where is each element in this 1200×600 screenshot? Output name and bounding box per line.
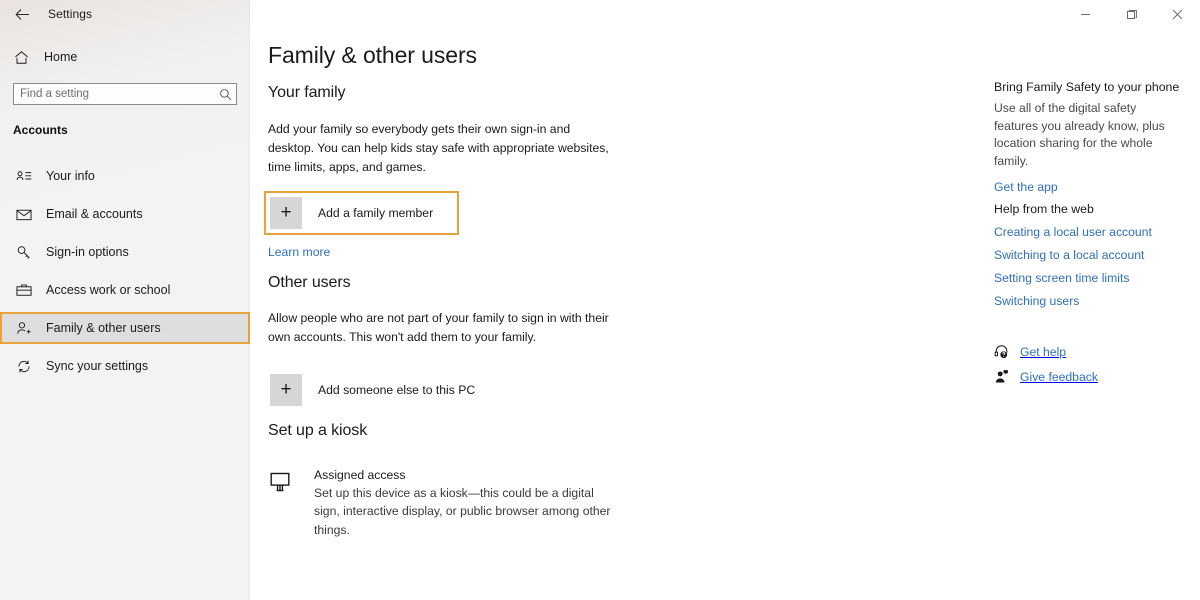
home-icon — [14, 50, 38, 65]
right-rail: Bring Family Safety to your phone Use al… — [990, 0, 1200, 600]
sidebar-item-your-info[interactable]: Your info — [0, 160, 250, 192]
your-family-description: Add your family so everybody gets their … — [268, 122, 609, 174]
help-link[interactable]: Switching to a local account — [994, 248, 1152, 262]
sidebar-item-sync-your-settings[interactable]: Sync your settings — [0, 350, 250, 382]
app-title: Settings — [48, 7, 93, 21]
support-section: Get help Give feedback — [994, 344, 1098, 394]
help-link[interactable]: Switching users — [994, 294, 1152, 308]
sidebar-item-signin-options[interactable]: Sign-in options — [0, 236, 250, 268]
family-safety-promo: Bring Family Safety to your phone Use al… — [994, 80, 1179, 194]
get-the-app-link[interactable]: Get the app — [994, 180, 1179, 194]
sidebar-section-label: Accounts — [13, 123, 68, 137]
assigned-access-title: Assigned access — [314, 468, 406, 482]
add-someone-else-button[interactable]: + Add someone else to this PC — [264, 368, 501, 412]
sync-icon — [16, 359, 40, 374]
briefcase-icon — [16, 283, 40, 297]
give-feedback-link[interactable]: Give feedback — [994, 369, 1098, 384]
search-icon — [214, 88, 236, 101]
sidebar-home-label: Home — [44, 50, 78, 64]
title-bar: Settings — [0, 0, 1200, 28]
sidebar-nav: Your info Email & accounts Sign-in optio… — [0, 160, 250, 388]
kiosk-section: Set up a kiosk Assigned access Set up th… — [268, 422, 668, 539]
sidebar-item-label: Access work or school — [46, 283, 171, 297]
back-arrow-icon — [14, 8, 30, 21]
sidebar-item-label: Your info — [46, 169, 95, 183]
help-web-heading: Help from the web — [994, 202, 1094, 216]
kiosk-display-icon — [268, 468, 300, 539]
contact-card-icon — [16, 169, 40, 183]
minimize-button[interactable] — [1062, 0, 1108, 28]
give-feedback-label: Give feedback — [1020, 369, 1098, 384]
search-input[interactable] — [14, 88, 214, 100]
settings-window: Settings Home Find a setting Accounts Yo… — [0, 0, 1200, 600]
feedback-person-icon — [994, 369, 1016, 384]
page-title: Family & other users — [268, 42, 477, 68]
person-add-icon — [16, 321, 40, 336]
add-family-member-label: Add a family member — [318, 205, 434, 220]
sidebar-item-home[interactable]: Home — [0, 45, 250, 69]
other-users-heading: Other users — [268, 274, 351, 291]
headset-help-icon — [994, 344, 1016, 359]
window-controls — [1062, 0, 1200, 28]
help-link[interactable]: Setting screen time limits — [994, 271, 1152, 285]
sidebar-item-email-accounts[interactable]: Email & accounts — [0, 198, 250, 230]
plus-icon: + — [270, 196, 302, 229]
kiosk-heading: Set up a kiosk — [268, 422, 368, 439]
your-family-section: Your family Add your family so everybody… — [264, 84, 628, 261]
sidebar: Home Accounts Your info — [0, 0, 250, 600]
assigned-access-description: Set up this device as a kiosk—this could… — [314, 486, 611, 537]
maximize-button[interactable] — [1108, 0, 1154, 28]
sidebar-item-label: Email & accounts — [46, 207, 143, 221]
promo-body: Use all of the digital safety features y… — [994, 101, 1165, 169]
sidebar-item-label: Sign-in options — [46, 245, 129, 259]
key-icon — [16, 245, 40, 260]
add-someone-else-label: Add someone else to this PC — [318, 382, 476, 397]
add-family-member-button[interactable]: + Add a family member — [264, 190, 460, 235]
main-content: Family & other users Your family Add you… — [250, 0, 990, 600]
back-button[interactable] — [0, 0, 44, 28]
sidebar-item-label: Family & other users — [46, 321, 161, 335]
sidebar-item-access-work-school[interactable]: Access work or school — [0, 274, 250, 306]
get-help-link[interactable]: Get help — [994, 344, 1098, 359]
sidebar-item-family-other-users[interactable]: Family & other users — [0, 312, 250, 344]
other-users-section: Other users Allow people who are not par… — [268, 274, 628, 412]
plus-icon: + — [270, 373, 302, 406]
sidebar-item-label: Sync your settings — [46, 359, 149, 373]
promo-heading: Bring Family Safety to your phone — [994, 80, 1180, 94]
get-help-label: Get help — [1020, 344, 1067, 359]
assigned-access-item[interactable]: Assigned access Set up this device as a … — [268, 468, 668, 539]
help-link[interactable]: Creating a local user account — [994, 225, 1152, 239]
close-button[interactable] — [1154, 0, 1200, 28]
help-from-web-section: Help from the web Creating a local user … — [994, 202, 1152, 308]
search-box[interactable] — [13, 83, 237, 105]
learn-more-link[interactable]: Learn more — [268, 245, 330, 259]
your-family-heading: Your family — [268, 84, 346, 101]
envelope-icon — [16, 208, 40, 221]
other-users-description: Allow people who are not part of your fa… — [268, 311, 609, 344]
